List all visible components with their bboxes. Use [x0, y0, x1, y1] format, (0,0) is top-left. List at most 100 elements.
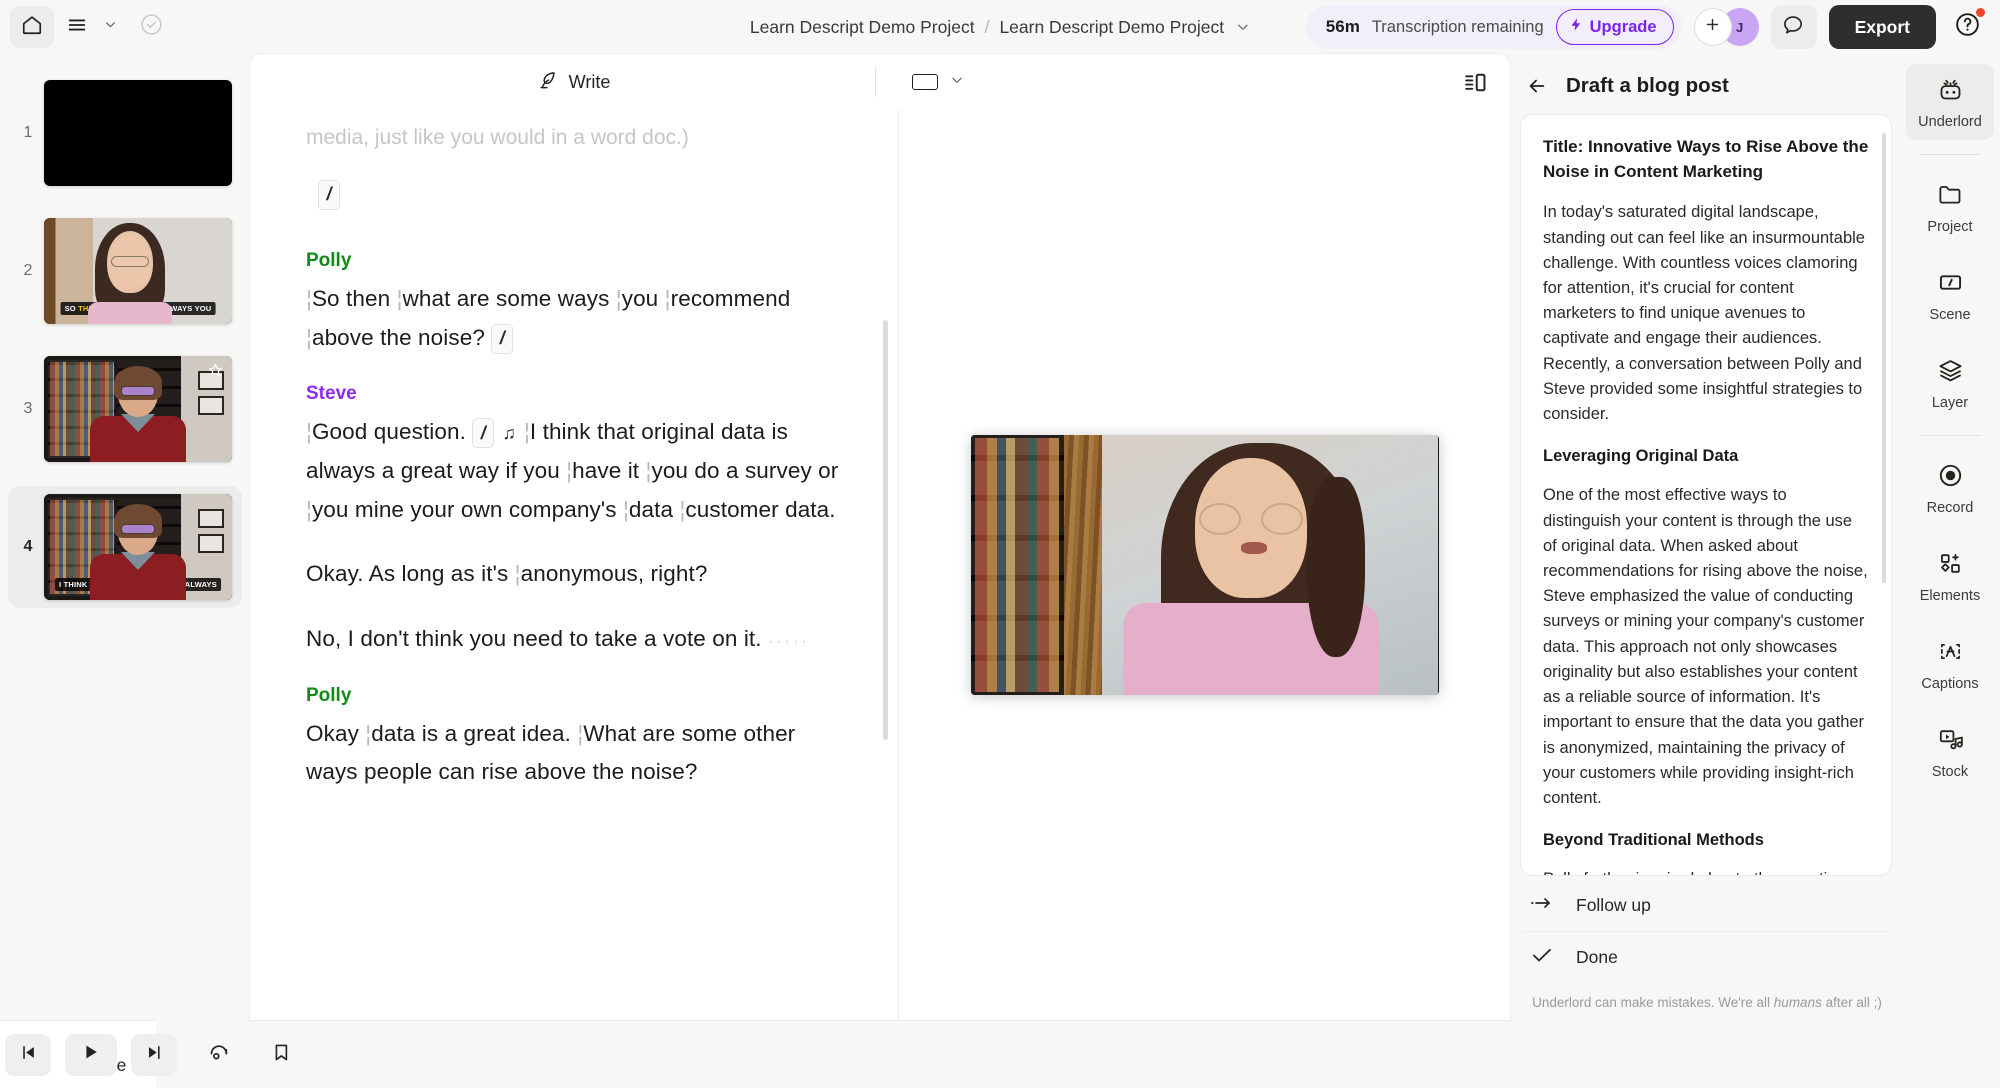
breadcrumb-project[interactable]: Learn Descript Demo Project	[750, 17, 975, 38]
scene-break-chip[interactable]: /	[472, 418, 495, 449]
scene-thumbnail[interactable]: GOOD QUESTION.	[44, 356, 232, 462]
transcript-paragraph[interactable]: No, I don't think you need to take a vot…	[306, 620, 842, 659]
scene-thumbnail[interactable]: I THINK THAT ORIGINAL DATA IS ALWAYS	[44, 494, 232, 600]
transcript-text: Good question.	[311, 419, 473, 445]
transcript-text: anonymous, right?	[520, 561, 708, 587]
tool-captions[interactable]: Captions	[1906, 626, 1994, 702]
scene-item-3[interactable]: 3 GOOD QUESTION.	[8, 348, 242, 470]
speaker-label-polly[interactable]: Polly	[306, 250, 842, 272]
transcript-text: you	[621, 285, 665, 311]
transcript-paragraph[interactable]: ¦Good question. / ♫ ¦I think that original…	[306, 413, 842, 529]
aspect-ratio-button[interactable]	[906, 69, 970, 96]
tool-label: Underlord	[1918, 114, 1982, 130]
tool-label: Record	[1926, 500, 1974, 516]
transcript-area[interactable]: media, just like you would in a word doc…	[250, 110, 898, 1020]
chevron-down-icon	[950, 73, 964, 92]
tool-elements[interactable]: Elements	[1906, 538, 1994, 614]
tool-record[interactable]: Record	[1906, 450, 1994, 526]
scene-item-4[interactable]: 4 I THINK THAT ORIGINAL DATA IS ALWAYS	[8, 486, 242, 608]
done-action[interactable]: Done	[1522, 931, 1890, 983]
stock-media-icon	[1937, 726, 1964, 757]
save-status-button[interactable]	[134, 10, 168, 44]
blog-section-body-1: One of the most effective ways to distin…	[1543, 486, 1868, 808]
breadcrumb-composition[interactable]: Learn Descript Demo Project	[999, 17, 1224, 38]
descript-app-window: Learn Descript Demo Project / Learn Desc…	[0, 0, 2000, 1088]
scene-break-chip-row: /	[318, 179, 842, 210]
help-button[interactable]	[1948, 8, 1986, 46]
transcript-text: above the noise?	[311, 324, 492, 350]
underlord-actions: Follow up Done	[1520, 876, 1892, 983]
collaborators-group[interactable]: J	[1693, 8, 1759, 46]
transcript-scrollbar[interactable]	[883, 320, 888, 740]
speaker-label-polly[interactable]: Polly	[306, 685, 842, 707]
bottom-row: Show timeline 0:25.1/0:40.6	[0, 1020, 2000, 1088]
tool-scene[interactable]: Scene	[1906, 257, 1994, 333]
tool-underlord[interactable]: Underlord	[1906, 64, 1994, 140]
upgrade-button[interactable]: Upgrade	[1555, 9, 1674, 45]
add-collaborator-button[interactable]	[1693, 8, 1732, 46]
arrow-left-icon[interactable]	[1526, 75, 1548, 97]
breadcrumb-chevron-down-icon[interactable]	[1236, 20, 1250, 34]
underlord-panel: Draft a blog post Title: Innovative Ways…	[1510, 54, 1900, 1020]
preview-header	[876, 69, 1488, 96]
export-button[interactable]: Export	[1828, 5, 1936, 49]
menu-button[interactable]	[60, 10, 94, 44]
transcription-minutes: 56m	[1325, 17, 1360, 36]
tool-project[interactable]: Project	[1906, 169, 1994, 245]
skip-previous-button[interactable]	[5, 1033, 52, 1076]
menu-dropdown-button[interactable]	[100, 10, 120, 44]
underlord-panel-header: Draft a blog post	[1520, 68, 1892, 114]
skip-next-button[interactable]	[131, 1033, 178, 1076]
top-toolbar: Learn Descript Demo Project / Learn Desc…	[0, 0, 2000, 54]
scene-break-chip[interactable]: /	[318, 179, 340, 210]
transcript-paragraph[interactable]: Okay ¦data is a great idea. ¦What are so…	[306, 715, 842, 792]
record-circle-icon	[1937, 462, 1964, 493]
silence-dots[interactable]: ·····	[768, 633, 810, 650]
scene-thumbnail[interactable]	[44, 80, 232, 186]
bookmark-icon	[270, 1041, 293, 1069]
tool-label: Captions	[1921, 676, 1979, 692]
play-button[interactable]	[65, 1033, 118, 1076]
scene-thumbnail[interactable]: SO THEN WHAT ARE SOME WAYS YOU	[44, 218, 232, 324]
robot-icon	[1937, 76, 1964, 107]
toggle-side-panel-icon[interactable]	[1463, 70, 1488, 95]
transcript-text: customer data.	[685, 496, 836, 522]
check-circle-icon	[139, 12, 164, 42]
check-icon	[1530, 945, 1554, 970]
play-icon	[81, 1042, 101, 1067]
scene-number: 3	[23, 400, 33, 417]
shapes-plus-icon	[1937, 550, 1964, 581]
write-button[interactable]: Write	[525, 63, 623, 102]
hamburger-menu-icon	[66, 14, 88, 41]
scene-item-1[interactable]: 1	[8, 72, 242, 194]
star-icon[interactable]	[207, 362, 224, 384]
bookmark-button[interactable]	[261, 1035, 301, 1075]
follow-up-action[interactable]: Follow up	[1522, 880, 1890, 931]
music-note-icon[interactable]: ♫	[502, 423, 516, 443]
blog-post-card[interactable]: Title: Innovative Ways to Rise Above the…	[1520, 114, 1892, 876]
arrow-follow-up-icon	[1530, 893, 1554, 918]
scene-slash-icon	[1937, 269, 1964, 300]
comments-button[interactable]	[1770, 5, 1817, 49]
blog-card-scrollbar[interactable]	[1882, 133, 1886, 583]
quill-pen-icon	[537, 69, 559, 96]
home-button[interactable]	[10, 6, 54, 48]
scene-break-chip[interactable]: /	[491, 323, 514, 354]
transcript-paragraph[interactable]: ¦So then ¦what are some ways ¦you ¦recom…	[306, 280, 842, 357]
editor-body: media, just like you would in a word doc…	[250, 110, 1510, 1020]
tool-stock[interactable]: Stock	[1906, 714, 1994, 790]
tool-layer[interactable]: Layer	[1906, 345, 1994, 421]
transcript-block: Steve ¦Good question. / ♫ ¦I think that or…	[306, 383, 842, 529]
transcript-text: So then	[311, 285, 397, 311]
scene-item-2[interactable]: 2 SO THEN WHAT ARE SOME WAYS YOU	[8, 210, 242, 332]
transcript-text: Okay	[306, 720, 366, 746]
blog-section-heading-2: Beyond Traditional Methods	[1543, 831, 1764, 850]
toolbar-left-group	[10, 6, 168, 48]
editor-header: Write	[250, 54, 1510, 110]
transcription-remaining-pill: 56m Transcription remaining Upgrade	[1305, 5, 1682, 49]
video-preview[interactable]	[970, 435, 1439, 695]
speaker-label-steve[interactable]: Steve	[306, 383, 842, 405]
loop-region-button[interactable]	[199, 1035, 239, 1075]
transcript-paragraph[interactable]: Okay. As long as it's ¦anonymous, right?	[306, 555, 842, 594]
folder-icon	[1937, 181, 1964, 212]
